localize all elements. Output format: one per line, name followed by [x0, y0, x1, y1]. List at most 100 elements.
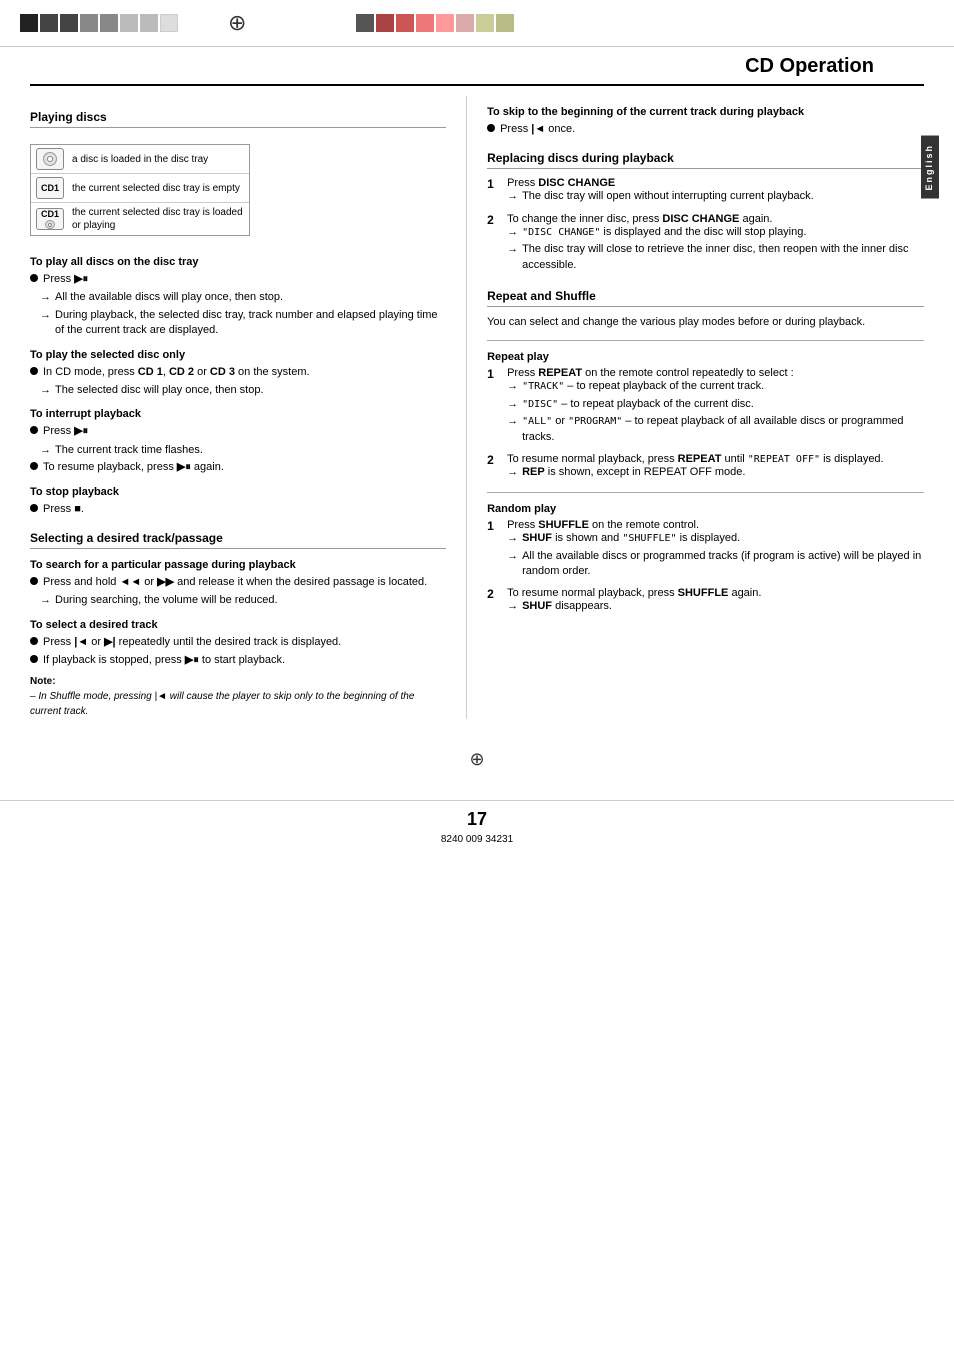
page-footer: 17 8240 009 34231 [0, 800, 954, 845]
catalog-number: 8240 009 34231 [0, 834, 954, 845]
random-arrow-2: → All the available discs or programmed … [507, 549, 924, 580]
header-strip: ⊕ [0, 0, 954, 47]
arrow-icon: → [507, 466, 518, 478]
crosshair-icon: ⊕ [228, 10, 246, 36]
strip-sq-r8 [496, 14, 514, 32]
arrow-icon: → [507, 226, 518, 238]
repeat-play-header: Repeat play [487, 351, 924, 363]
disc-legend-table: a disc is loaded in the disc tray CD1 th… [30, 144, 250, 236]
random-num-1: 1 [487, 519, 499, 533]
strip-sq-1 [20, 14, 38, 32]
play-all-bullet-1: Press ▶⏸ [30, 272, 446, 287]
repeat-shuffle-intro: You can select and change the various pl… [487, 315, 924, 330]
play-all-bullet-1-text: Press ▶⏸ [43, 272, 446, 287]
skip-header: To skip to the beginning of the current … [487, 106, 924, 118]
interrupt-bullet-1: Press ▶⏸ [30, 424, 446, 439]
arrow-icon: → [507, 415, 518, 427]
skip-section: To skip to the beginning of the current … [487, 106, 924, 137]
replace-arrow-2: → "DISC CHANGE" is displayed and the dis… [507, 225, 924, 240]
section-selecting-track: Selecting a desired track/passage To sea… [30, 531, 446, 720]
repeat-arrow-1-text: "TRACK" – to repeat playback of the curr… [522, 379, 924, 394]
note-text: – In Shuffle mode, pressing |◄ will caus… [30, 689, 446, 719]
bullet-icon [30, 655, 38, 663]
replace-item-2: 2 To change the inner disc, press DISC C… [487, 213, 924, 275]
repeat-arrow-3: → "ALL" or "PROGRAM" – to repeat playbac… [507, 414, 924, 445]
english-sidebar-tab: English [921, 136, 939, 199]
interrupt-arrow-1: → The current track time flashes. [40, 443, 446, 458]
replace-arrow-2-text: "DISC CHANGE" is displayed and the disc … [522, 225, 924, 240]
disc-icon-2: CD1 [36, 177, 64, 199]
disc-icon-1 [36, 148, 64, 170]
strip-sq-5 [100, 14, 118, 32]
replace-num-1: 1 [487, 177, 499, 191]
play-all-arrow-2-text: During playback, the selected disc tray,… [55, 308, 446, 339]
play-selected-arrow-1-text: The selected disc will play once, then s… [55, 383, 446, 398]
sub-repeat-play: Repeat play 1 Press REPEAT on the remote… [487, 351, 924, 482]
random-content-1: Press SHUFFLE on the remote control. → S… [507, 519, 924, 581]
disc-label-2: the current selected disc tray is empty [72, 182, 240, 195]
strip-sq-3 [60, 14, 78, 32]
random-num-2: 2 [487, 587, 499, 601]
arrow-icon: → [40, 291, 51, 303]
disc-row-3: CD1 the current selected disc tray is lo… [31, 203, 249, 235]
select-track-bullet-2-text: If playback is stopped, press ▶⏸ to star… [43, 653, 446, 668]
cd1-label: CD1 [41, 183, 59, 193]
play-selected-bullet-1-text: In CD mode, press CD 1, CD 2 or CD 3 on … [43, 365, 446, 380]
search-bullet-1: Press and hold ◄◄ or ▶▶ and release it w… [30, 575, 446, 590]
random-text-1: Press SHUFFLE on the remote control. [507, 519, 924, 531]
replace-arrow-3: → The disc tray will close to retrieve t… [507, 242, 924, 273]
repeat-arrow-4-text: REP is shown, except in REPEAT OFF mode. [522, 465, 924, 480]
replace-arrow-1: → The disc tray will open without interr… [507, 189, 924, 204]
arrow-icon: → [507, 550, 518, 562]
right-column: English To skip to the beginning of the … [467, 96, 924, 719]
cd1-loaded-label: CD1 [41, 209, 59, 219]
replace-arrow-3-text: The disc tray will close to retrieve the… [522, 242, 924, 273]
note-label: Note: [30, 676, 446, 687]
sub-search-passage: To search for a particular passage durin… [30, 559, 446, 609]
repeat-arrow-4: → REP is shown, except in REPEAT OFF mod… [507, 465, 924, 480]
repeat-num-1: 1 [487, 367, 499, 381]
replace-content-2: To change the inner disc, press DISC CHA… [507, 213, 924, 275]
replace-num-2: 2 [487, 213, 499, 227]
arrow-icon: → [507, 190, 518, 202]
replace-text-2: To change the inner disc, press DISC CHA… [507, 213, 924, 225]
bullet-icon [30, 577, 38, 585]
sub-random-play: Random play 1 Press SHUFFLE on the remot… [487, 503, 924, 617]
bullet-icon [30, 274, 38, 282]
strip-right [356, 14, 514, 32]
strip-sq-r3 [396, 14, 414, 32]
strip-left [20, 14, 178, 32]
replace-item-1: 1 Press DISC CHANGE → The disc tray will… [487, 177, 924, 206]
arrow-icon: → [40, 309, 51, 321]
random-arrow-1-text: SHUF is shown and "SHUFFLE" is displayed… [522, 531, 924, 546]
strip-sq-8 [160, 14, 178, 32]
search-bullet-1-text: Press and hold ◄◄ or ▶▶ and release it w… [43, 575, 446, 590]
random-arrow-1: → SHUF is shown and "SHUFFLE" is display… [507, 531, 924, 546]
strip-sq-6 [120, 14, 138, 32]
bullet-icon [30, 426, 38, 434]
sub-play-all-header: To play all discs on the disc tray [30, 256, 446, 268]
disc-icon-3: CD1 [36, 208, 64, 230]
strip-sq-r5 [436, 14, 454, 32]
repeat-arrow-2: → "DISC" – to repeat playback of the cur… [507, 397, 924, 412]
arrow-icon: → [507, 380, 518, 392]
repeat-text-1: Press REPEAT on the remote control repea… [507, 367, 924, 379]
repeat-num-2: 2 [487, 453, 499, 467]
arrow-icon: → [507, 243, 518, 255]
random-arrow-3: → SHUF disappears. [507, 599, 924, 614]
play-all-arrow-1: → All the available discs will play once… [40, 290, 446, 305]
select-track-bullet-1-text: Press |◄ or ▶| repeatedly until the desi… [43, 635, 446, 650]
sub-interrupt-header: To interrupt playback [30, 408, 446, 420]
sub-stop: To stop playback Press ■. [30, 486, 446, 517]
sub-play-selected-header: To play the selected disc only [30, 349, 446, 361]
arrow-icon: → [40, 444, 51, 456]
sub-play-all: To play all discs on the disc tray Press… [30, 256, 446, 339]
repeat-item-1: 1 Press REPEAT on the remote control rep… [487, 367, 924, 447]
page-body: Playing discs a disc is loaded in the di… [0, 86, 954, 739]
strip-sq-7 [140, 14, 158, 32]
repeat-content-2: To resume normal playback, press REPEAT … [507, 453, 924, 482]
skip-bullet-1-text: Press |◄ once. [500, 122, 924, 137]
strip-sq-r1 [356, 14, 374, 32]
note-section: Note: – In Shuffle mode, pressing |◄ wil… [30, 676, 446, 719]
repeat-shuffle-header: Repeat and Shuffle [487, 289, 924, 307]
